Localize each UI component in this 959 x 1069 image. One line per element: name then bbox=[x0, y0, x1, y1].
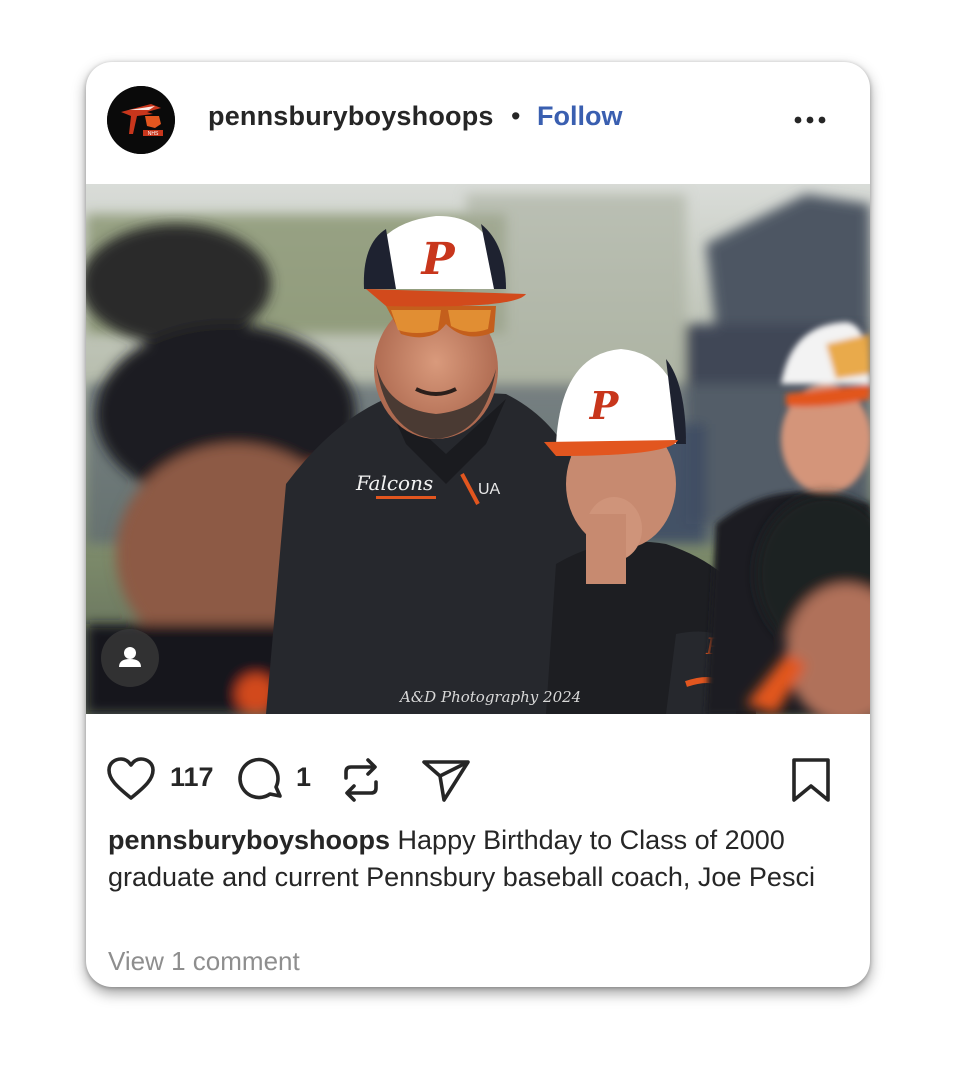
baseball-team-photo: Falcons UA P P A&D Photography 2024 bbox=[86, 184, 870, 714]
photo-credit-watermark: A&D Photography 2024 bbox=[398, 688, 581, 706]
follow-button[interactable]: Follow bbox=[537, 101, 622, 132]
view-comments-link[interactable]: View 1 comment bbox=[108, 946, 300, 977]
falcon-logo-icon: NHS bbox=[107, 86, 175, 154]
more-horizontal-icon bbox=[794, 116, 826, 124]
post-header: NHS pennsburyboyshoops • Follow bbox=[86, 62, 870, 184]
profile-avatar[interactable]: NHS bbox=[107, 86, 175, 154]
post-username[interactable]: pennsburyboyshoops bbox=[208, 101, 494, 132]
send-icon bbox=[422, 760, 470, 802]
svg-text:UA: UA bbox=[478, 481, 501, 498]
svg-text:P: P bbox=[589, 383, 620, 428]
post-photo[interactable]: Falcons UA P P A&D Photography 2024 bbox=[86, 184, 870, 714]
comment-bubble-icon bbox=[238, 757, 282, 800]
jacket-falcons-text: Falcons bbox=[355, 471, 433, 495]
svg-text:P: P bbox=[419, 234, 456, 285]
post-actions-bar: 117 1 bbox=[86, 752, 870, 804]
share-button[interactable] bbox=[420, 756, 472, 809]
repost-icon bbox=[344, 758, 378, 802]
repost-button[interactable] bbox=[338, 756, 384, 809]
caption-username[interactable]: pennsburyboyshoops bbox=[108, 825, 390, 855]
bookmark-icon bbox=[792, 758, 830, 802]
comment-button[interactable] bbox=[236, 756, 286, 809]
comments-count[interactable]: 1 bbox=[296, 762, 311, 793]
post-card: NHS pennsburyboyshoops • Follow Falcons … bbox=[86, 62, 870, 987]
like-button[interactable] bbox=[106, 756, 156, 807]
more-options-button[interactable] bbox=[790, 106, 830, 134]
svg-text:NHS: NHS bbox=[148, 131, 159, 137]
heart-icon bbox=[107, 757, 155, 800]
likes-count[interactable]: 117 bbox=[170, 762, 214, 793]
user-icon bbox=[119, 647, 141, 667]
separator-dot: • bbox=[511, 101, 521, 131]
save-button[interactable] bbox=[790, 756, 832, 809]
post-caption: pennsburyboyshoops Happy Birthday to Cla… bbox=[108, 822, 848, 896]
tagged-users-button[interactable] bbox=[101, 629, 159, 687]
